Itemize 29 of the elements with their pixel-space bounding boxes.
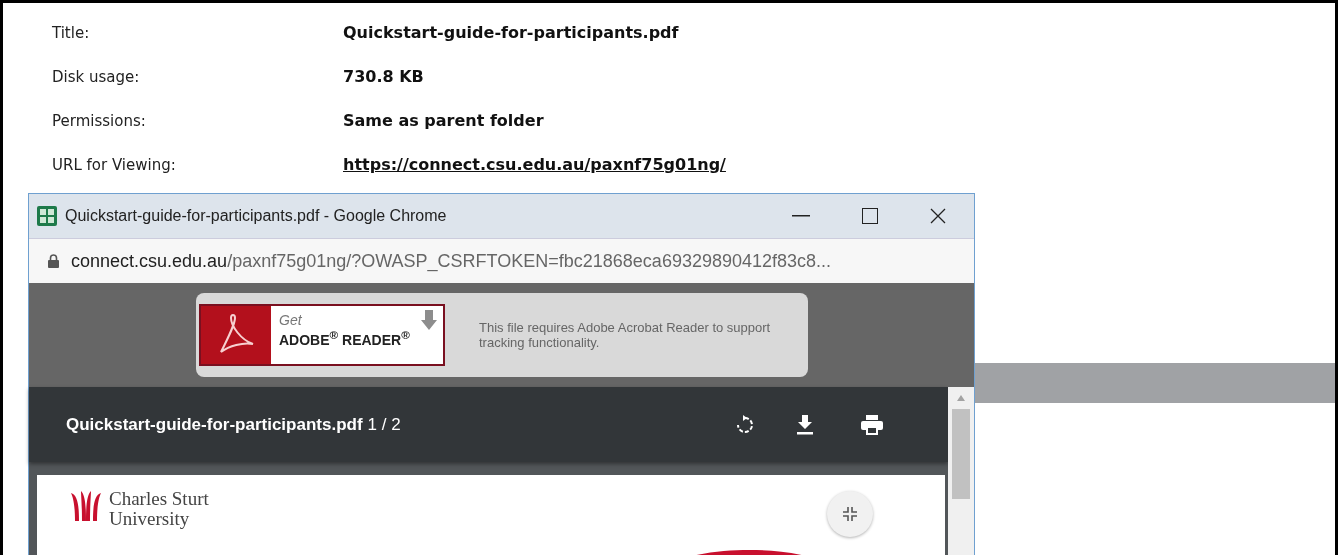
- university-logo-icon: [69, 489, 103, 523]
- logo-text: University: [109, 509, 191, 529]
- field-label: URL for Viewing:: [52, 155, 177, 175]
- collapse-icon: [842, 506, 858, 522]
- scrollbar[interactable]: [948, 387, 974, 555]
- field-label: Title:: [52, 23, 91, 43]
- notice-text: This file requires Adobe Acrobat Reader to support tracking functionality.: [479, 320, 772, 350]
- window-title: Quickstart-guide-for-participants.pdf - Google Chrome: [65, 207, 448, 225]
- logo-text: Charles Sturt: [109, 489, 209, 509]
- app-icon: [37, 206, 57, 226]
- maximize-icon[interactable]: [862, 208, 878, 224]
- acrobat-icon: [201, 306, 271, 364]
- close-icon[interactable]: [930, 208, 946, 224]
- lock-icon: [48, 254, 59, 268]
- print-icon[interactable]: [861, 414, 883, 435]
- field-label: Permissions:: [52, 111, 147, 131]
- rotate-icon[interactable]: [735, 414, 755, 435]
- document-title: Quickstart-guide-for-participants.pdf: [66, 414, 363, 435]
- download-icon[interactable]: [797, 414, 813, 435]
- url-link[interactable]: https://connect.csu.edu.au/paxnf75g01ng/: [343, 155, 1335, 175]
- fit-page-button[interactable]: [827, 491, 873, 537]
- field-label: Disk usage:: [52, 67, 141, 87]
- download-arrow-icon: [421, 310, 437, 330]
- page-counter: 1 / 2: [367, 414, 402, 435]
- get-reader-button[interactable]: Get ADOBE$^{®}$ READER$^{®}$: [199, 304, 445, 366]
- field-value: Same as parent folder: [343, 111, 545, 131]
- field-value: Quickstart-guide-for-participants.pdf: [343, 23, 680, 43]
- field-value: 730.8 KB: [343, 67, 425, 87]
- minimize-icon[interactable]: [792, 215, 810, 217]
